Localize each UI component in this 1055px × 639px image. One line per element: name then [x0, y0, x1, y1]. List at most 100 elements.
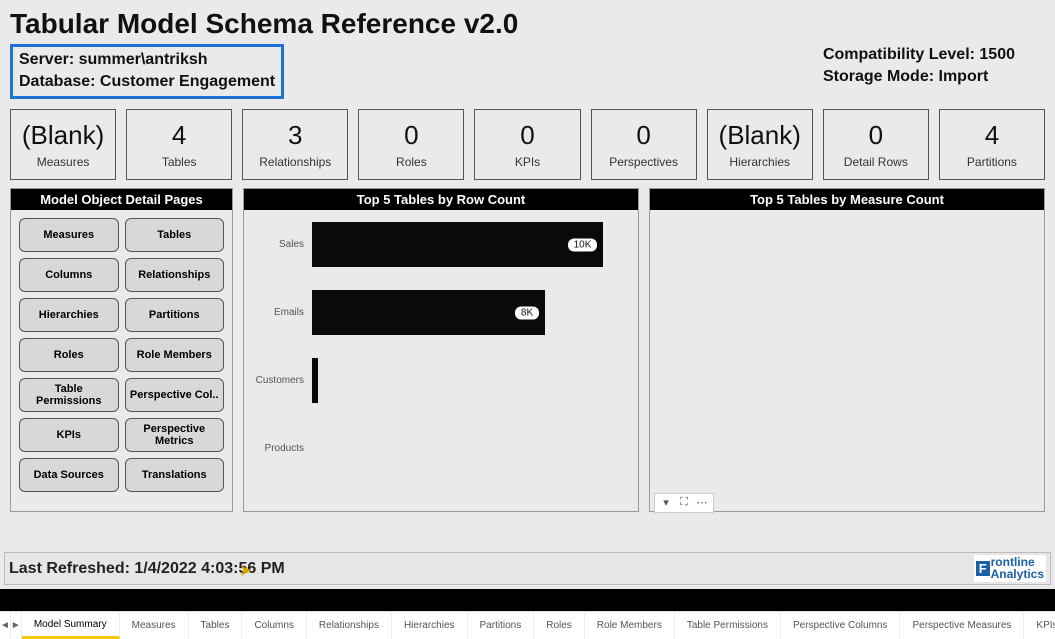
nav-button-partitions[interactable]: Partitions [125, 298, 225, 332]
card-value: (Blank) [712, 120, 808, 151]
tab-relationships[interactable]: Relationships [307, 612, 392, 639]
bar-label: Sales [254, 239, 304, 250]
card-label: Detail Rows [828, 155, 924, 169]
card-label: Relationships [247, 155, 343, 169]
tab-roles[interactable]: Roles [534, 612, 585, 639]
nav-button-role-members[interactable]: Role Members [125, 338, 225, 372]
summary-card-perspectives: 0 Perspectives [591, 109, 697, 180]
card-value: 0 [596, 120, 692, 151]
bar-fill[interactable]: 10K [312, 222, 603, 267]
bar-row-customers: Customers [254, 356, 618, 406]
card-label: Hierarchies [712, 155, 808, 169]
nav-button-tables[interactable]: Tables [125, 218, 225, 252]
card-label: Roles [363, 155, 459, 169]
tab-measures[interactable]: Measures [120, 612, 189, 639]
bar-fill[interactable] [312, 358, 318, 403]
nav-button-roles[interactable]: Roles [19, 338, 119, 372]
tab-perspective-measures[interactable]: Perspective Measures [900, 612, 1024, 639]
card-value: 4 [944, 120, 1040, 151]
measurecount-panel: Top 5 Tables by Measure Count ▾ ⛶ ⋯ [649, 188, 1045, 512]
summary-card-detail-rows: 0 Detail Rows [823, 109, 929, 180]
server-db-box: Server: summer\antriksh Database: Custom… [10, 44, 284, 99]
bar-row-sales: Sales 10K [254, 220, 618, 270]
card-value: (Blank) [15, 120, 111, 151]
summary-card-roles: 0 Roles [358, 109, 464, 180]
page-title: Tabular Model Schema Reference v2.0 [0, 0, 1055, 44]
visual-toolbar: ▾ ⛶ ⋯ [654, 493, 714, 513]
tab-columns[interactable]: Columns [242, 612, 306, 639]
tab-tables[interactable]: Tables [189, 612, 243, 639]
nav-button-hierarchies[interactable]: Hierarchies [19, 298, 119, 332]
summary-card-measures: (Blank) Measures [10, 109, 116, 180]
info-row: Server: summer\antriksh Database: Custom… [0, 44, 1055, 103]
bar-label: Products [254, 443, 304, 454]
nav-button-table-permissions[interactable]: Table Permissions [19, 378, 119, 412]
server-label: Server: summer\antriksh [19, 49, 275, 71]
bar-label: Customers [254, 375, 304, 386]
nav-button-measures[interactable]: Measures [19, 218, 119, 252]
measurecount-header: Top 5 Tables by Measure Count [650, 189, 1044, 210]
nav-button-translations[interactable]: Translations [125, 458, 225, 492]
focus-icon[interactable]: ⛶ [677, 496, 691, 510]
filter-icon[interactable]: ▾ [659, 496, 673, 510]
database-label: Database: Customer Engagement [19, 71, 275, 93]
storage-label: Storage Mode: Import [823, 66, 1015, 88]
compat-storage-box: Compatibility Level: 1500 Storage Mode: … [823, 44, 1045, 99]
bar-track [312, 426, 618, 471]
card-label: Measures [15, 155, 111, 169]
summary-card-hierarchies: (Blank) Hierarchies [707, 109, 813, 180]
bar-label: Emails [254, 307, 304, 318]
summary-card-tables: 4 Tables [126, 109, 232, 180]
summary-card-kpis: 0 KPIs [474, 109, 580, 180]
tab-model-summary[interactable]: Model Summary [22, 612, 120, 639]
nav-button-perspective-col-[interactable]: Perspective Col.. [125, 378, 225, 412]
card-label: KPIs [479, 155, 575, 169]
card-label: Partitions [944, 155, 1040, 169]
bar-value: 10K [568, 238, 598, 251]
more-icon[interactable]: ⋯ [695, 496, 709, 510]
summary-card-relationships: 3Relationships [242, 109, 348, 180]
tab-table-permissions[interactable]: Table Permissions [675, 612, 781, 639]
nav-button-columns[interactable]: Columns [19, 258, 119, 292]
bar-fill[interactable]: 8K [312, 290, 545, 335]
detail-buttons-grid: MeasuresTablesColumnsRelationshipsHierar… [11, 210, 232, 500]
nav-button-relationships[interactable]: Relationships [125, 258, 225, 292]
bar-track: 8K [312, 290, 618, 335]
rowcount-panel: Top 5 Tables by Row Count Sales 10K Emails… [243, 188, 639, 512]
bar-row-emails: Emails 8K [254, 288, 618, 338]
logo-f: F [976, 561, 990, 576]
tab-partitions[interactable]: Partitions [468, 612, 535, 639]
bar-track: 10K [312, 222, 618, 267]
card-value: 0 [363, 120, 459, 151]
rowcount-chart: Sales 10K Emails 8K Customers Products [244, 210, 638, 511]
card-value: 0 [479, 120, 575, 151]
summary-cards: (Blank) Measures 4 Tables 3Relationships 0 Rol… [0, 103, 1055, 186]
card-label: Perspectives [596, 155, 692, 169]
card-label: Tables [131, 155, 227, 169]
cursor-icon: ➤ [240, 562, 252, 579]
tabs-next[interactable]: ► [11, 612, 22, 639]
nav-button-data-sources[interactable]: Data Sources [19, 458, 119, 492]
black-strip [0, 589, 1055, 611]
rowcount-header: Top 5 Tables by Row Count [244, 189, 638, 210]
page-tabs: ◄ ► Model SummaryMeasuresTablesColumnsRe… [0, 611, 1055, 639]
card-value: 4 [131, 120, 227, 151]
tabs-prev[interactable]: ◄ [0, 612, 11, 639]
tab-hierarchies[interactable]: Hierarchies [392, 612, 468, 639]
tab-perspective-columns[interactable]: Perspective Columns [781, 612, 900, 639]
tab-role-members[interactable]: Role Members [585, 612, 675, 639]
bar-value: 8K [515, 306, 539, 319]
refresh-row: Last Refreshed: 1/4/2022 4:03:56 PM ➤ F … [4, 552, 1051, 585]
detail-pages-panel: Model Object Detail Pages MeasuresTables… [10, 188, 233, 512]
nav-button-kpis[interactable]: KPIs [19, 418, 119, 452]
nav-button-perspective-metrics[interactable]: Perspective Metrics [125, 418, 225, 452]
bar-row-products: Products [254, 424, 618, 474]
brand-logo: F rontlineAnalytics [974, 555, 1046, 582]
mid-panels: Model Object Detail Pages MeasuresTables… [0, 186, 1055, 514]
card-value: 0 [828, 120, 924, 151]
bar-track [312, 358, 618, 403]
tab-kpis[interactable]: KPIs [1024, 612, 1055, 639]
summary-card-partitions: 4 Partitions [939, 109, 1045, 180]
compat-label: Compatibility Level: 1500 [823, 44, 1015, 66]
last-refreshed: Last Refreshed: 1/4/2022 4:03:56 PM ➤ [9, 560, 285, 578]
